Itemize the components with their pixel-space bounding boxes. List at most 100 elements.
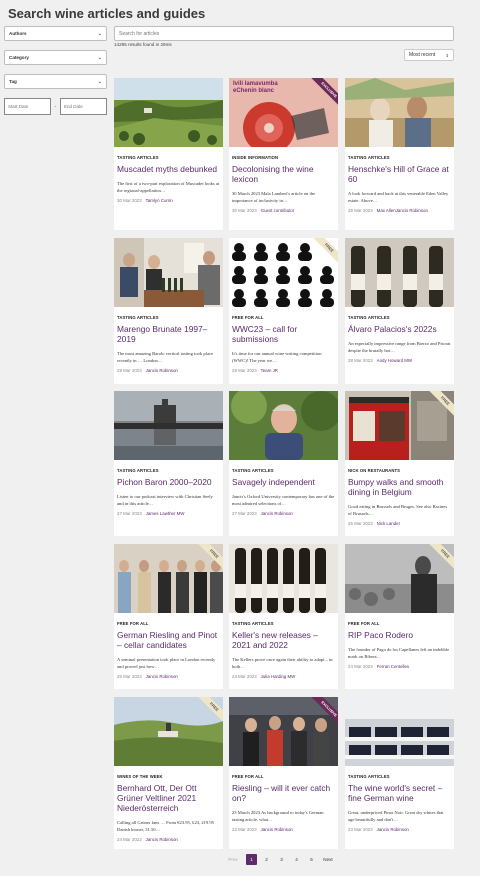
article-excerpt: Calling all Grüner fans … From €23.95, £… [117,820,214,832]
article-title[interactable]: Bernhard Ott, Der Ott Grüner Veltliner 2… [117,783,220,813]
article-category: TASTING ARTICLES [117,315,159,320]
article-author[interactable]: James Lawther MW [146,511,185,516]
article-author[interactable]: Guest contributor [261,208,295,213]
article-date: 27 Mar 2023 [232,511,257,516]
article-excerpt: An especially impressive range from Bier… [348,341,451,353]
article-excerpt: A seminal presentation took place in Lon… [117,657,216,669]
article-title[interactable]: The wine world's secret – fine German wi… [348,783,451,803]
article-meta: 28 Mar 2023 Andy Howard MW [348,358,451,363]
article-category: INSIDE INFORMATION [232,155,279,160]
article-author[interactable]: Max AllenJancis Robinson [377,208,428,213]
tag-label: Tag [9,79,17,84]
article-date: 25 Mar 2023 [348,521,373,526]
article-category: TASTING ARTICLES [117,155,159,160]
article-author[interactable]: Jancis Robinson [146,368,178,373]
article-title[interactable]: Savagely independent [232,477,335,487]
article-title[interactable]: Pichon Baron 2000–2020 [117,477,220,487]
article-card[interactable]: TASTING ARTICLES The wine world's secret… [345,697,454,849]
article-card[interactable]: TASTING ARTICLES Savagely independent Ja… [229,391,338,536]
article-card[interactable]: TASTING ARTICLES Marengo Brunate 1997–20… [114,238,223,384]
article-author[interactable]: Tamlyn Currin [146,198,173,203]
article-meta: 24 Mar 2023 Ferran Centelles [348,664,451,669]
article-excerpt: The founder of Pago de los Capellanes le… [348,647,450,659]
authors-select[interactable]: Authors ⌄ [4,26,107,41]
article-date: 24 Mar 2023 [232,674,257,679]
article-date: 27 Mar 2023 [117,511,142,516]
article-card[interactable]: FREE FREE FOR ALL RIP Paco Rodero The fo… [345,544,454,689]
article-date: 30 Mar 2023 [232,208,257,213]
article-excerpt: Good eating in Brussels and Bruges. See … [348,504,448,516]
article-card[interactable]: Ivili lamavumba eChenin blanc EXCLUSIVE … [229,78,338,230]
category-select[interactable]: Category ⌄ [4,50,107,65]
article-title[interactable]: Marengo Brunate 1997–2019 [117,324,220,344]
article-card[interactable]: FREE FREE FOR ALL German Riesling and Pi… [114,544,223,689]
article-author[interactable]: Jancis Robinson [146,674,178,679]
article-excerpt: It's time for our annual wine writing co… [232,351,322,363]
article-meta: 29 Mar 2023 Jancis Robinson [117,368,220,373]
article-card[interactable]: TASTING ARTICLES Henschke's Hill of Grac… [345,78,454,230]
article-image [229,544,338,613]
search-input[interactable]: Search for articles [114,26,454,41]
article-title[interactable]: German Riesling and Pinot – cellar candi… [117,630,220,650]
sort-select[interactable]: Most recent ⇕ [404,49,454,61]
next-page-button[interactable]: Next [321,854,335,865]
article-title[interactable]: Keller's new releases – 2021 and 2022 [232,630,335,650]
article-title[interactable]: RIP Paco Rodero [348,630,451,640]
page-4-button[interactable]: 4 [291,854,302,865]
article-title[interactable]: Decolonising the wine lexicon [232,164,335,184]
article-author[interactable]: Jancis Robinson [261,511,293,516]
article-title[interactable]: WWC23 – call for submissions [232,324,335,344]
article-category: FREE FOR ALL [348,621,380,626]
article-excerpt: 23 March 2023 As background to today's G… [232,810,324,822]
article-category: FREE FOR ALL [232,774,264,779]
article-date: 30 Mar 2023 [117,198,142,203]
article-title[interactable]: Álvaro Palacios's 2022s [348,324,451,334]
prev-page-button[interactable]: Prev [224,854,242,865]
article-card[interactable]: EXCLUSIVE FREE FOR ALL Riesling – will i… [229,697,338,849]
article-author[interactable]: Ferran Centelles [377,664,409,669]
article-image [229,391,338,460]
article-image [114,78,223,147]
article-card[interactable]: FREE WINES OF THE WEEK Bernhard Ott, Der… [114,697,223,849]
article-image: Ivili lamavumba eChenin blanc EXCLUSIVE [229,78,338,147]
article-author[interactable]: Jancis Robinson [377,827,409,832]
article-author[interactable]: Nick Lander [377,521,400,526]
article-excerpt: A look forward and back at this venerabl… [348,191,449,203]
article-category: NICK ON RESTAURANTS [348,468,401,473]
start-date-input[interactable]: Start Date [4,98,51,115]
article-image: FREE [345,544,454,613]
tag-select[interactable]: Tag ⌄ [4,74,107,89]
page-3-button[interactable]: 3 [276,854,287,865]
article-image [345,238,454,307]
article-card[interactable]: TASTING ARTICLES Keller's new releases –… [229,544,338,689]
article-author[interactable]: Julia Harding MW [261,674,296,679]
article-card[interactable]: FREE NICK ON RESTAURANTS Bumpy walks and… [345,391,454,536]
end-date-input[interactable]: End Date [59,98,107,115]
article-card[interactable]: TASTING ARTICLES Muscadet myths debunked… [114,78,223,230]
article-meta: 23 Mar 2023 Jancis Robinson [232,827,335,832]
article-author[interactable]: Jancis Robinson [146,837,178,842]
article-excerpt: 30 March 2023 Mala Lambert's article on … [232,191,316,203]
page-2-button[interactable]: 2 [261,854,272,865]
page-1-button[interactable]: 1 [246,854,257,865]
article-meta: 28 Mar 2023 Team JR [232,368,335,373]
article-excerpt: The most amazing Barolo vertical tasting… [117,351,214,363]
article-excerpt: The first of a two-part exploration of M… [117,181,220,193]
article-excerpt: Jancis's Oxford University contemporary … [232,494,335,506]
article-category: TASTING ARTICLES [232,468,274,473]
article-excerpt: The Kellers prove once again their abili… [232,657,333,669]
article-image: FREE [114,544,223,613]
article-card[interactable]: FREE FREE FOR ALL WWC23 – call for submi… [229,238,338,384]
article-title[interactable]: Muscadet myths debunked [117,164,220,174]
article-title[interactable]: Riesling – will it ever catch on? [232,783,335,803]
article-card[interactable]: TASTING ARTICLES Pichon Baron 2000–2020 … [114,391,223,536]
article-title[interactable]: Bumpy walks and smooth dining in Belgium [348,477,451,497]
article-card[interactable]: TASTING ARTICLES Álvaro Palacios's 2022s… [345,238,454,384]
article-author[interactable]: Jancis Robinson [261,827,293,832]
article-author[interactable]: Team JR [261,368,278,373]
article-title[interactable]: Henschke's Hill of Grace at 60 [348,164,451,184]
article-meta: 29 Mar 2023 Max AllenJancis Robinson [348,208,451,213]
page-5-button[interactable]: 5 [306,854,317,865]
article-author[interactable]: Andy Howard MW [377,358,412,363]
article-category: TASTING ARTICLES [348,774,390,779]
